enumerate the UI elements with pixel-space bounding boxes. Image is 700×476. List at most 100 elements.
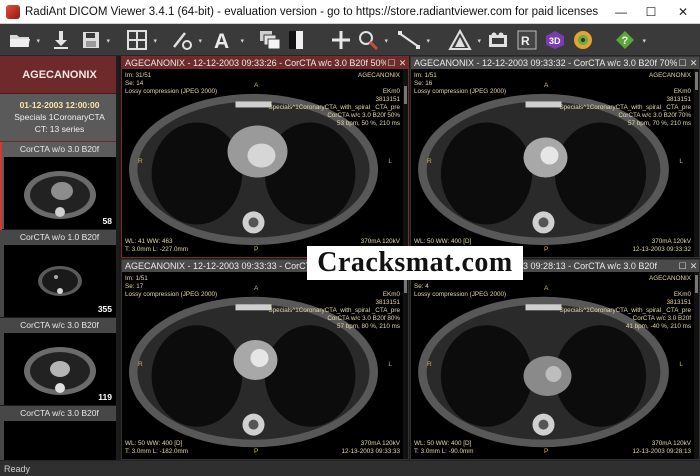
viewport-close-icon[interactable]: ✕ (688, 260, 699, 272)
layout-grid-icon[interactable]: ▾ (125, 28, 157, 52)
series-thumbnail: 355 (4, 245, 116, 317)
series-image-count: 119 (98, 392, 112, 402)
scrollbar-thumb[interactable] (695, 275, 698, 294)
fusion-icon[interactable]: ▾ (447, 28, 481, 52)
patient-name[interactable]: AGECANONIX (0, 56, 119, 94)
window-level-icon[interactable] (286, 28, 306, 52)
svg-text:A: A (214, 30, 229, 51)
series-item[interactable]: CorCTA w/o 3.0 B20f 58 (0, 142, 119, 230)
series-item[interactable]: CorCTA w/o 1.0 B20f 355 (0, 230, 119, 318)
orientation-marker-top: A (544, 82, 549, 89)
series-count: CT: 13 series (34, 124, 85, 134)
viewport-title-bar[interactable]: AGECANONIX - 12-12-2003 09:33:32 - CorCT… (411, 57, 699, 69)
download-icon[interactable] (50, 28, 72, 52)
series-item[interactable]: CorCTA w/c 3.0 B20f (0, 406, 119, 460)
viewport-3[interactable]: AGECANONIX - 12-12-2003 09:33:33 - CorCT… (121, 259, 409, 460)
scrollbar-thumb[interactable] (695, 72, 698, 91)
watermark: Cracksmat.com (307, 246, 523, 280)
series-stack-icon[interactable] (258, 28, 282, 52)
scrollbar-thumb[interactable] (404, 86, 407, 105)
viewport-title: AGECANONIX - 12-12-2003 09:33:26 - CorCT… (125, 58, 386, 68)
overlay-top-left: Im: 1/51 Se: 16 Lossy compression (JPEG 20… (414, 72, 507, 95)
orientation-marker-top: A (254, 82, 259, 89)
minimize-button[interactable]: — (606, 0, 636, 24)
ruler-icon[interactable]: ▾ (396, 28, 430, 52)
close-button[interactable]: ✕ (666, 0, 700, 24)
viewport-title-bar[interactable]: AGECANONIX - 12-12-2003 09:33:26 - CorCT… (122, 57, 408, 69)
viewport-scrollbar[interactable] (403, 272, 408, 459)
series-label: CorCTA w/o 3.0 B20f (19, 144, 100, 154)
sidebar-scrollbar[interactable] (116, 56, 119, 460)
overlay-top-right: AGECANONIX EKm03813151Specials^1Coronary… (268, 72, 400, 127)
series-thumbnail (4, 421, 116, 460)
svg-text:R: R (521, 34, 530, 48)
viewport-scrollbar[interactable] (403, 69, 408, 257)
window-title: RadiAnt DICOM Viewer 3.4.1 (64-bit) - ev… (25, 5, 599, 18)
series-panel: AGECANONIX 01-12-2003 12:00:00 Specials … (0, 56, 120, 460)
help-icon[interactable]: ? ▾ (612, 28, 646, 52)
viewport-maximize-icon[interactable]: ☐ (677, 57, 688, 69)
series-label: CorCTA w/c 3.0 B20f (20, 408, 99, 418)
orientation-marker-right: L (679, 360, 683, 368)
orientation-marker-left: R (427, 158, 432, 165)
orientation-marker-left: R (138, 360, 143, 368)
save-icon[interactable]: ▾ (80, 28, 110, 52)
viewport-maximize-icon[interactable]: ☐ (677, 260, 688, 272)
crosshair-icon[interactable] (330, 28, 352, 52)
orientation-marker-right: L (388, 158, 392, 165)
viewport-1[interactable]: AGECANONIX - 12-12-2003 09:33:26 - CorCT… (121, 56, 409, 258)
overlay-bottom-left: WL: 50 WW: 400 [D] T: 3.0mm L: -90.0mm (414, 440, 474, 455)
orientation-marker-right: L (679, 158, 683, 165)
overlay-bottom-left: WL: 50 WW: 400 [D] T: 3.0mm L: -182.0mm (125, 440, 188, 455)
viewport-4[interactable]: AGECANONIX - 12-12-2003 09:28:13 - CorCT… (410, 259, 700, 460)
viewport-close-icon[interactable]: ✕ (397, 57, 408, 69)
mpr-icon[interactable]: R (516, 28, 538, 52)
measure-icon[interactable]: ▾ (170, 28, 202, 52)
overlay-bottom-right: 370mA 120kV 12-13-2003 09:33:33 (341, 440, 400, 455)
overlay-top-left: Im: 31/51 Se: 14 Lossy compression (JPEG 2… (125, 72, 218, 95)
3d-icon[interactable]: 3D (544, 28, 566, 52)
volume-icon[interactable] (572, 28, 594, 52)
orientation-marker-bottom: P (544, 448, 549, 455)
maximize-button[interactable]: ☐ (636, 0, 666, 24)
series-label: CorCTA w/c 3.0 B20f (20, 320, 99, 330)
viewport-scrollbar[interactable] (694, 69, 699, 257)
text-annotation-icon[interactable]: A ▾ (210, 28, 244, 52)
study-description: Specials 1CoronaryCTA (14, 112, 105, 122)
viewport-maximize-icon[interactable]: ☐ (386, 57, 397, 69)
orientation-marker-left: R (427, 360, 432, 368)
series-thumbnail: 119 (4, 333, 116, 405)
viewport-close-icon[interactable]: ✕ (688, 57, 699, 69)
open-folder-icon[interactable]: ▾ (8, 28, 40, 52)
orientation-marker-left: R (138, 158, 143, 165)
viewport-2[interactable]: AGECANONIX - 12-12-2003 09:33:32 - CorCT… (410, 56, 700, 258)
orientation-marker-bottom: P (254, 448, 259, 455)
magnifier-icon[interactable]: ▾ (356, 28, 388, 52)
series-label: CorCTA w/o 1.0 B20f (19, 232, 100, 242)
series-item[interactable]: CorCTA w/c 3.0 B20f 119 (0, 318, 119, 406)
toolbar: ▾ ▾ ▾ ▾ A ▾ ▾ ▾ ▾ R 3D ? ▾ (0, 24, 700, 56)
overlay-top-right: AGECANONIX EKm03813151Specials^1Coronary… (559, 275, 691, 330)
overlay-top-right: AGECANONIX EKm03813151Specials^1Coronary… (268, 275, 400, 330)
study-info[interactable]: 01-12-2003 12:00:00 Specials 1CoronaryCT… (0, 94, 119, 142)
series-image-count: 58 (102, 216, 112, 226)
title-bar: RadiAnt DICOM Viewer 3.4.1 (64-bit) - ev… (0, 0, 700, 24)
svg-text:3D: 3D (549, 36, 561, 46)
series-thumbnail: 58 (4, 157, 116, 229)
overlay-bottom-right: 370mA 120kV 12-13-2003 09:33:32 (632, 238, 691, 253)
orientation-marker-bottom: P (254, 246, 259, 253)
overlay-top-right: AGECANONIX EKm03813151Specials^1Coronary… (559, 72, 691, 127)
export-video-icon[interactable] (487, 28, 509, 52)
orientation-marker-top: A (254, 285, 259, 292)
app-icon (6, 4, 20, 19)
orientation-marker-top: A (544, 285, 549, 292)
status-bar: Ready (0, 460, 700, 476)
orientation-marker-bottom: P (544, 246, 549, 253)
overlay-bottom-right: 370mA 120kV 12-13-2003 09:28:13 (632, 440, 691, 455)
overlay-top-left: Im: 1/51 Se: 17 Lossy compression (JPEG 20… (125, 275, 218, 298)
svg-text:?: ? (622, 35, 629, 47)
study-date: 01-12-2003 12:00:00 (19, 100, 100, 110)
overlay-bottom-left: WL: 41 WW: 463 T: 3.0mm L: -227.0mm (125, 238, 188, 253)
viewport-scrollbar[interactable] (694, 272, 699, 459)
viewport-title: AGECANONIX - 12-12-2003 09:33:32 - CorCT… (414, 58, 677, 68)
